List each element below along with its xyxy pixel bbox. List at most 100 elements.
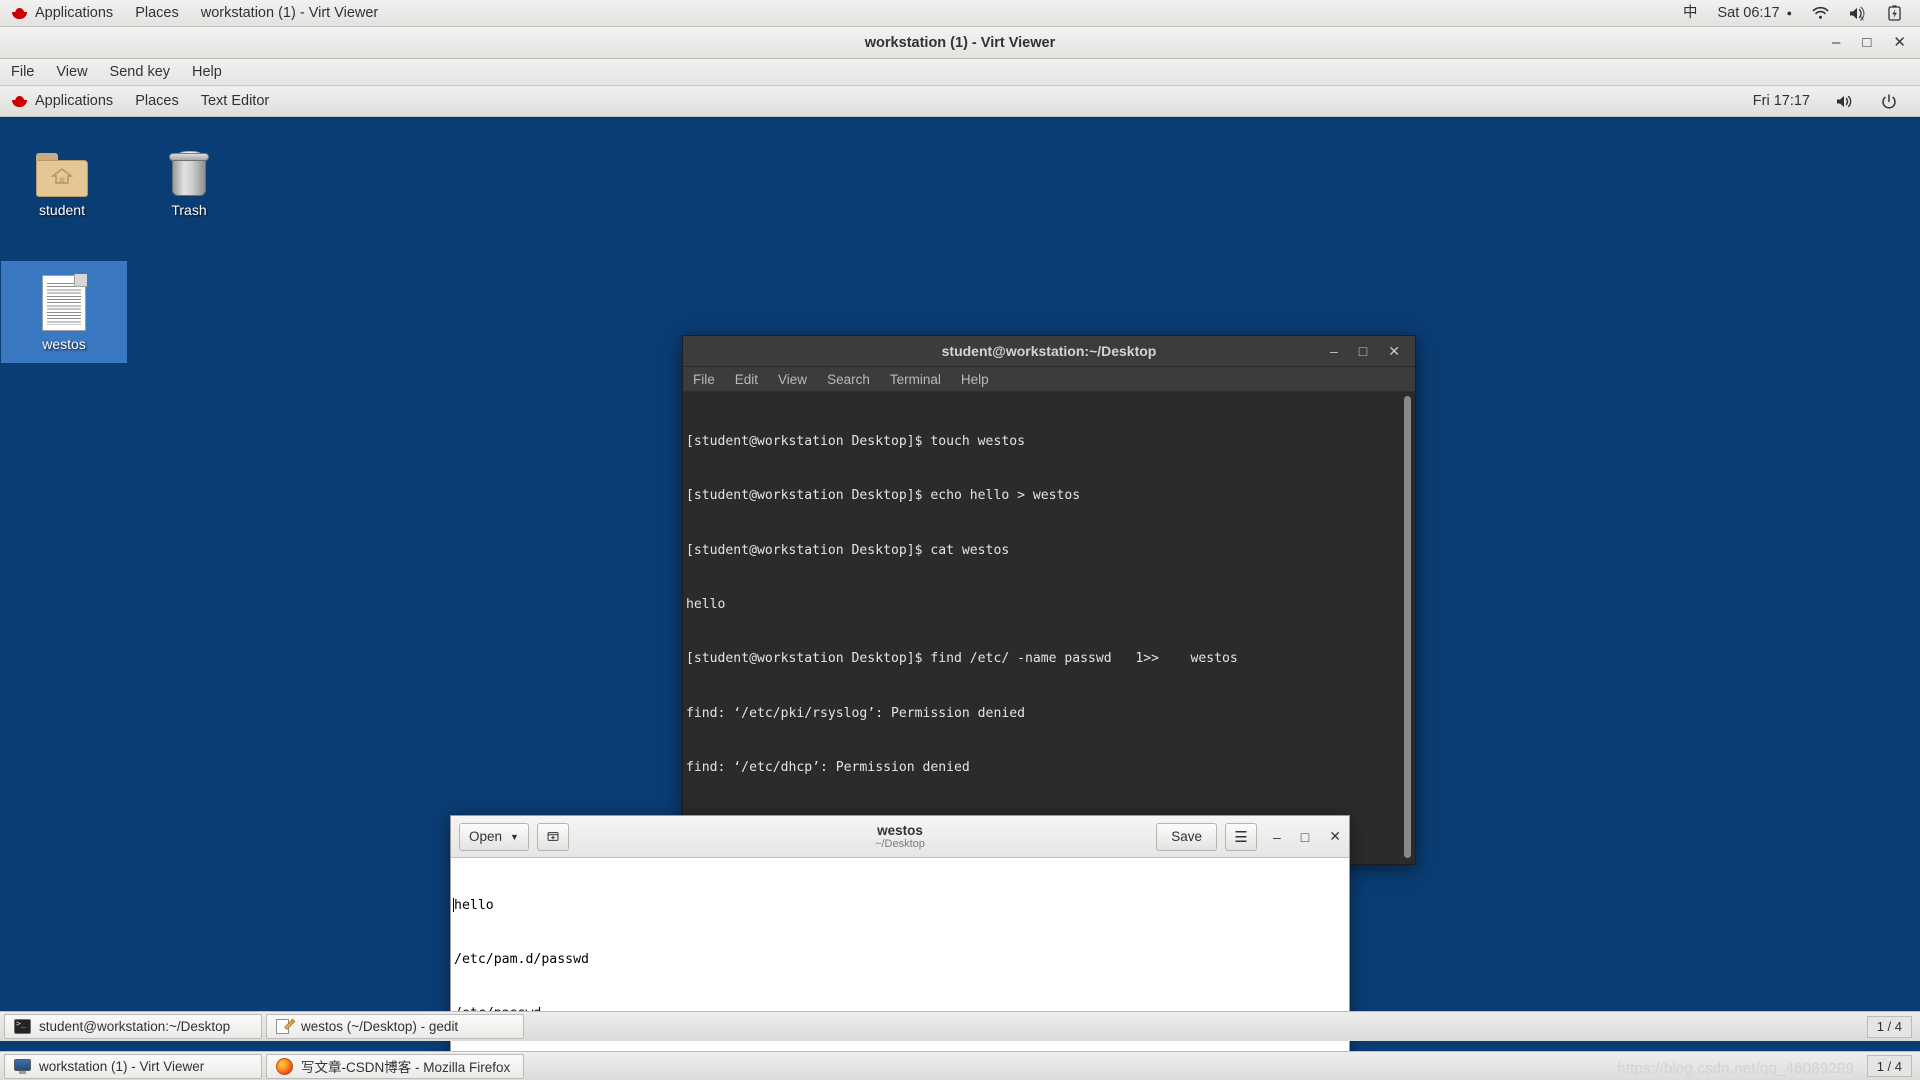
volume-icon[interactable]	[1825, 88, 1866, 115]
clock-dot-icon: ●	[1786, 7, 1792, 18]
host-taskbar-item-firefox[interactable]: 写文章-CSDN博客 - Mozilla Firefox	[266, 1053, 524, 1079]
gedit-line: /etc/pam.d/passwd	[454, 952, 589, 967]
chevron-down-icon: ▼	[510, 831, 519, 842]
maximize-icon[interactable]: □	[1862, 35, 1871, 50]
terminal-line: [student@workstation Desktop]$ find /etc…	[686, 651, 1238, 667]
terminal-title: student@workstation:~/Desktop	[941, 343, 1157, 359]
battery-charging-icon-svg	[1888, 5, 1901, 21]
terminal-menu-view[interactable]: View	[768, 367, 817, 392]
menu-send-key[interactable]: Send key	[99, 59, 181, 86]
host-taskbar-item-virt-viewer[interactable]: workstation (1) - Virt Viewer	[4, 1053, 262, 1079]
firefox-icon	[276, 1057, 293, 1075]
terminal-menu-search[interactable]: Search	[817, 367, 880, 392]
host-active-window-label[interactable]: workstation (1) - Virt Viewer	[190, 0, 390, 27]
power-icon-svg	[1882, 93, 1896, 109]
terminal-icon	[14, 1019, 31, 1034]
text-document-icon	[3, 273, 125, 331]
guest-vm-screen: Applications Places Text Editor Fri 17:1…	[0, 87, 1920, 1071]
menu-view[interactable]: View	[45, 59, 98, 86]
input-method-label: 中	[1682, 4, 1698, 21]
gedit-header-right: Save ☰ – □ ✕	[1156, 822, 1341, 851]
guest-applications-label: Applications	[35, 93, 114, 109]
hamburger-menu-button[interactable]: ☰	[1225, 822, 1257, 851]
terminal-scrollbar[interactable]	[1402, 394, 1413, 860]
wifi-icon[interactable]	[1803, 0, 1838, 27]
maximize-icon[interactable]: □	[1301, 829, 1309, 845]
host-workspace-indicator[interactable]: 1 / 4	[1866, 1055, 1912, 1077]
host-top-panel: Applications Places workstation (1) - Vi…	[0, 0, 1920, 27]
terminal-scrollbar-thumb[interactable]	[1404, 396, 1411, 858]
redhat-logo-icon	[11, 7, 28, 20]
terminal-window-buttons: – □ ✕	[1330, 343, 1415, 360]
menu-file[interactable]: File	[0, 59, 45, 86]
guest-workspace-indicator[interactable]: 1 / 4	[1866, 1015, 1912, 1038]
host-clock[interactable]: Sat 06:17 ●	[1708, 0, 1801, 27]
guest-clock[interactable]: Fri 17:17	[1742, 88, 1821, 115]
terminal-line: [student@workstation Desktop]$ touch wes…	[686, 434, 1025, 450]
save-button-label: Save	[1171, 829, 1202, 844]
terminal-menu-file[interactable]: File	[683, 367, 725, 392]
save-button[interactable]: Save	[1156, 822, 1217, 851]
virt-viewer-window-buttons: – □ ✕	[1832, 35, 1920, 50]
guest-active-app-label[interactable]: Text Editor	[190, 88, 281, 115]
terminal-menu-help[interactable]: Help	[951, 367, 999, 392]
volume-icon-svg	[1837, 95, 1852, 108]
desktop-icon-label: student	[39, 202, 85, 218]
new-document-button[interactable]	[536, 822, 569, 851]
guest-taskbar: student@workstation:~/Desktop westos (~/…	[0, 1011, 1920, 1041]
input-method-indicator[interactable]: 中	[1674, 0, 1707, 27]
terminal-menu-edit[interactable]: Edit	[725, 367, 768, 392]
open-button[interactable]: Open ▼	[459, 822, 529, 851]
minimize-icon[interactable]: –	[1832, 35, 1840, 50]
desktop-icon-trash[interactable]: Trash	[137, 131, 241, 225]
virt-viewer-title: workstation (1) - Virt Viewer	[864, 34, 1056, 51]
gedit-headerbar[interactable]: Open ▼ westos ~/Desktop Save ☰ – □ ✕	[451, 816, 1349, 858]
host-clock-label: Sat 06:17	[1717, 4, 1780, 21]
host-places-menu[interactable]: Places	[124, 0, 190, 27]
virt-viewer-window: workstation (1) - Virt Viewer – □ ✕ File…	[0, 27, 1920, 1071]
redhat-logo-icon	[11, 95, 28, 108]
terminal-titlebar[interactable]: student@workstation:~/Desktop – □ ✕	[683, 336, 1415, 367]
menu-help[interactable]: Help	[181, 59, 233, 86]
desktop-icon-student[interactable]: student	[10, 131, 114, 225]
host-places-label: Places	[135, 4, 179, 21]
terminal-menu-terminal[interactable]: Terminal	[880, 367, 951, 392]
host-taskbar-item-label: 写文章-CSDN博客 - Mozilla Firefox	[301, 1060, 511, 1075]
guest-desktop-area[interactable]: student Trash westos student@workstation…	[0, 117, 1920, 1071]
close-icon[interactable]: ✕	[1893, 35, 1906, 50]
terminal-menubar: File Edit View Search Terminal Help	[683, 367, 1415, 392]
taskbar-item-label: student@workstation:~/Desktop	[39, 1019, 231, 1034]
guest-places-label: Places	[135, 93, 179, 109]
host-active-window-text: workstation (1) - Virt Viewer	[200, 4, 379, 21]
volume-muted-icon[interactable]: x	[1840, 0, 1877, 27]
minimize-icon[interactable]: –	[1273, 829, 1281, 845]
taskbar-item-gedit[interactable]: westos (~/Desktop) - gedit	[266, 1014, 524, 1039]
gedit-window-buttons: – □ ✕	[1265, 828, 1341, 845]
guest-applications-menu[interactable]: Applications	[0, 88, 124, 115]
maximize-icon[interactable]: □	[1359, 343, 1367, 359]
terminal-line: [student@workstation Desktop]$ cat westo…	[686, 542, 1010, 558]
guest-clock-label: Fri 17:17	[1752, 93, 1810, 109]
terminal-window: student@workstation:~/Desktop – □ ✕ File…	[682, 335, 1416, 865]
guest-places-menu[interactable]: Places	[124, 88, 190, 115]
terminal-line: [student@workstation Desktop]$ echo hell…	[686, 488, 1081, 504]
power-icon[interactable]	[1870, 88, 1908, 115]
battery-charging-icon[interactable]	[1879, 0, 1910, 27]
minimize-icon[interactable]: –	[1330, 343, 1338, 359]
taskbar-item-terminal[interactable]: student@workstation:~/Desktop	[4, 1014, 262, 1039]
new-document-icon	[547, 832, 559, 841]
virt-viewer-titlebar[interactable]: workstation (1) - Virt Viewer – □ ✕	[0, 27, 1920, 59]
terminal-line: hello	[686, 597, 726, 613]
gedit-line: hello	[453, 897, 1349, 915]
close-icon[interactable]: ✕	[1388, 343, 1400, 360]
close-icon[interactable]: ✕	[1329, 828, 1341, 845]
trash-icon	[139, 139, 239, 197]
hamburger-icon: ☰	[1234, 828, 1248, 846]
host-applications-label: Applications	[35, 4, 114, 21]
desktop-icon-label: Trash	[171, 202, 207, 218]
terminal-output[interactable]: [student@workstation Desktop]$ touch wes…	[683, 393, 1415, 864]
terminal-line: find: ‘/etc/pki/rsyslog’: Permission den…	[686, 705, 1025, 721]
virt-viewer-menubar: File View Send key Help	[0, 59, 1920, 86]
host-applications-menu[interactable]: Applications	[0, 0, 124, 27]
desktop-icon-westos[interactable]: westos	[1, 261, 127, 363]
